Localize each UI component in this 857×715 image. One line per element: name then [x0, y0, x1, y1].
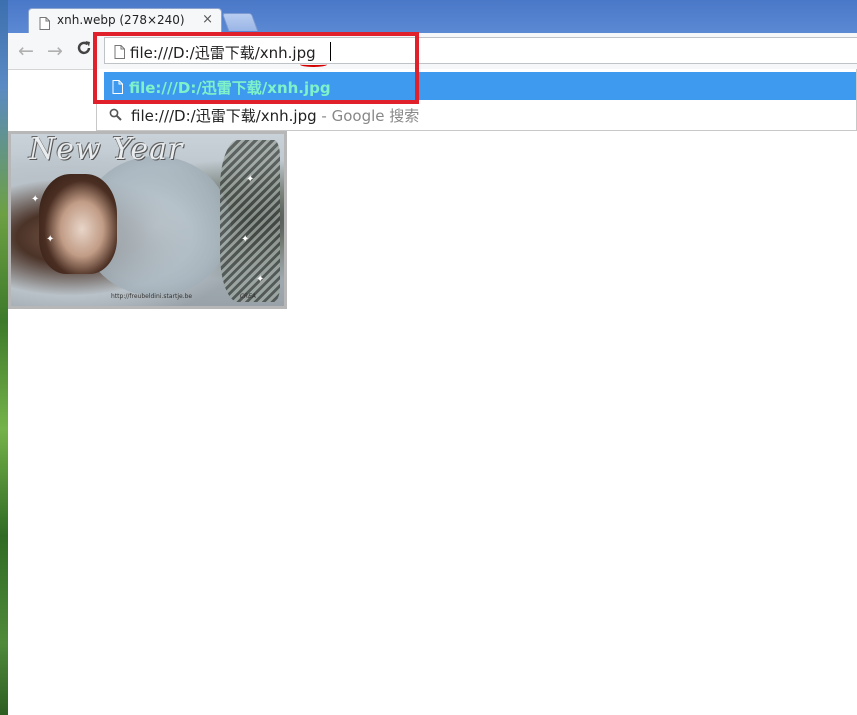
browser-toolbar: ← → file:///D:/迅雷下载/xnh.jpg: [8, 33, 857, 70]
suggestion-search-query: file:///D:/迅雷下载/xnh.jpg: [131, 107, 317, 125]
search-icon: [109, 107, 123, 126]
sparkle-icon: ✦: [31, 194, 40, 205]
suggestion-search-text: file:///D:/迅雷下载/xnh.jpg - Google 搜索: [131, 105, 419, 126]
new-tab-icon[interactable]: [221, 13, 259, 31]
suggestion-url-selected[interactable]: file:///D:/迅雷下载/xnh.jpg: [104, 72, 856, 100]
reload-icon[interactable]: [72, 39, 96, 63]
tab-xnh-webp[interactable]: xnh.webp (278×240) ×: [28, 8, 222, 33]
displayed-image: New Year ✦ ✦ ✦ ✦ ✦ http://freubeldini.st…: [8, 131, 287, 309]
page-icon: [112, 79, 123, 98]
image-pine-branch: [220, 140, 280, 302]
omnibox-suggestions-dropdown: file:///D:/迅雷下载/xnh.jpg file:///D:/迅雷下载/…: [96, 69, 857, 131]
browser-title-bar: xnh.webp (278×240) ×: [8, 0, 857, 33]
suggestion-url-text: file:///D:/迅雷下载/xnh.jpg: [129, 79, 331, 97]
suggestion-search-engine: Google 搜索: [331, 107, 420, 125]
image-signature: CREA: [239, 293, 256, 300]
sparkle-icon: ✦: [46, 234, 55, 245]
sparkle-icon: ✦: [256, 274, 265, 285]
image-portrait: [39, 174, 117, 274]
image-credit: http://freubeldini.startje.be: [111, 293, 193, 300]
close-tab-icon[interactable]: ×: [202, 12, 213, 27]
spellcheck-underline: [300, 62, 327, 67]
address-bar[interactable]: file:///D:/迅雷下载/xnh.jpg: [104, 37, 857, 67]
back-arrow-icon[interactable]: ←: [14, 39, 38, 63]
tab-title: xnh.webp (278×240): [57, 13, 185, 27]
text-caret: [330, 42, 331, 61]
suggestion-separator: -: [316, 107, 332, 125]
page-icon: [114, 44, 125, 63]
sparkle-icon: ✦: [246, 174, 255, 185]
page-icon: [39, 15, 50, 34]
desktop-background-strip: [0, 0, 8, 715]
address-bar-text[interactable]: file:///D:/迅雷下载/xnh.jpg: [130, 42, 316, 63]
image-title-script: New Year: [29, 132, 184, 167]
forward-arrow-icon[interactable]: →: [43, 39, 67, 63]
sparkle-icon: ✦: [241, 234, 250, 245]
